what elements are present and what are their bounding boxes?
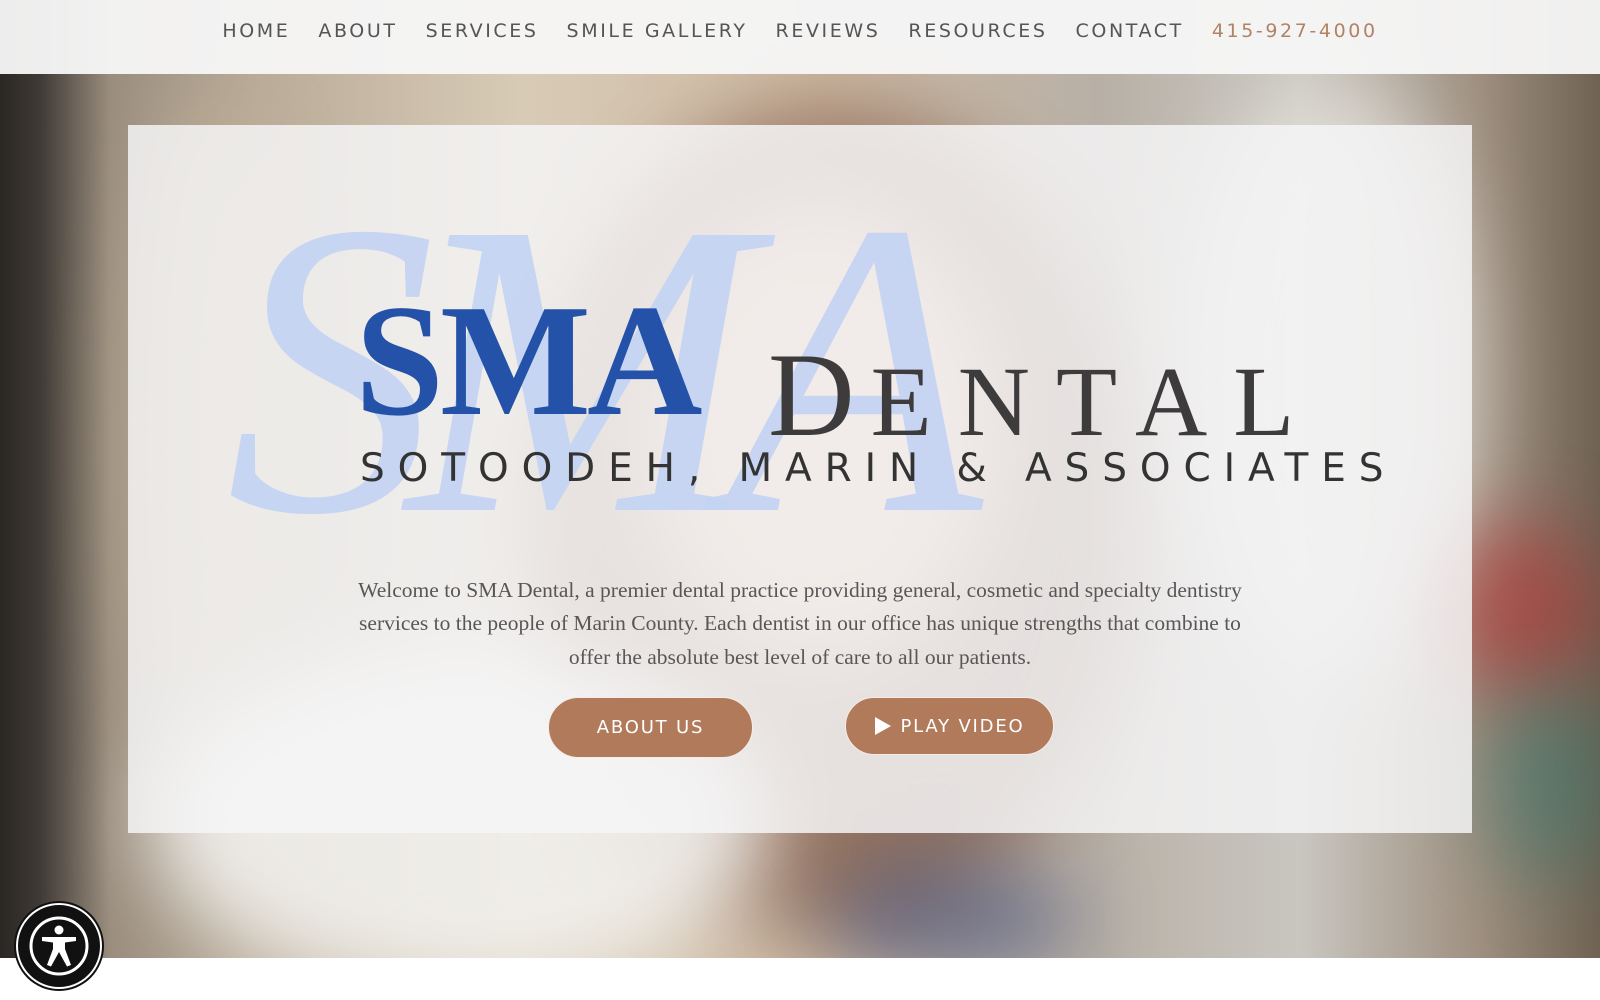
nav-contact-link[interactable]: CONTACT <box>1076 20 1184 42</box>
accessibility-button[interactable] <box>16 903 102 989</box>
about-us-button[interactable]: ABOUT US <box>548 697 753 758</box>
nav-home-link[interactable]: HOME <box>222 20 290 42</box>
logo-dental-wordmark: DENTAL <box>768 335 1320 455</box>
nav-resources-link[interactable]: RESOURCES <box>908 20 1047 42</box>
logo-dental-initial: D <box>768 328 871 461</box>
play-icon <box>874 717 891 735</box>
logo-sma-wordmark: SMA <box>355 271 703 449</box>
nav-smile-gallery-link[interactable]: SMILE GALLERY <box>567 20 748 42</box>
logo-dental-rest: ENTAL <box>870 346 1321 457</box>
top-navigation: HOME ABOUT SERVICES SMILE GALLERY REVIEW… <box>0 0 1600 74</box>
nav-links: HOME ABOUT SERVICES SMILE GALLERY REVIEW… <box>222 20 1377 42</box>
nav-services-link[interactable]: SERVICES <box>426 20 539 42</box>
play-video-button[interactable]: PLAY VIDEO <box>845 697 1054 755</box>
intro-paragraph: Welcome to SMA Dental, a premier dental … <box>358 577 1242 669</box>
play-video-button-label: PLAY VIDEO <box>900 715 1025 737</box>
nav-reviews-link[interactable]: REVIEWS <box>776 20 881 42</box>
logo-subtitle: SOTOODEH, MARIN & ASSOCIATES <box>360 446 1397 491</box>
nav-about-link[interactable]: ABOUT <box>318 20 397 42</box>
about-us-button-label: ABOUT US <box>596 717 705 738</box>
accessibility-icon <box>29 916 89 976</box>
nav-phone-link[interactable]: 415-927-4000 <box>1212 20 1378 42</box>
